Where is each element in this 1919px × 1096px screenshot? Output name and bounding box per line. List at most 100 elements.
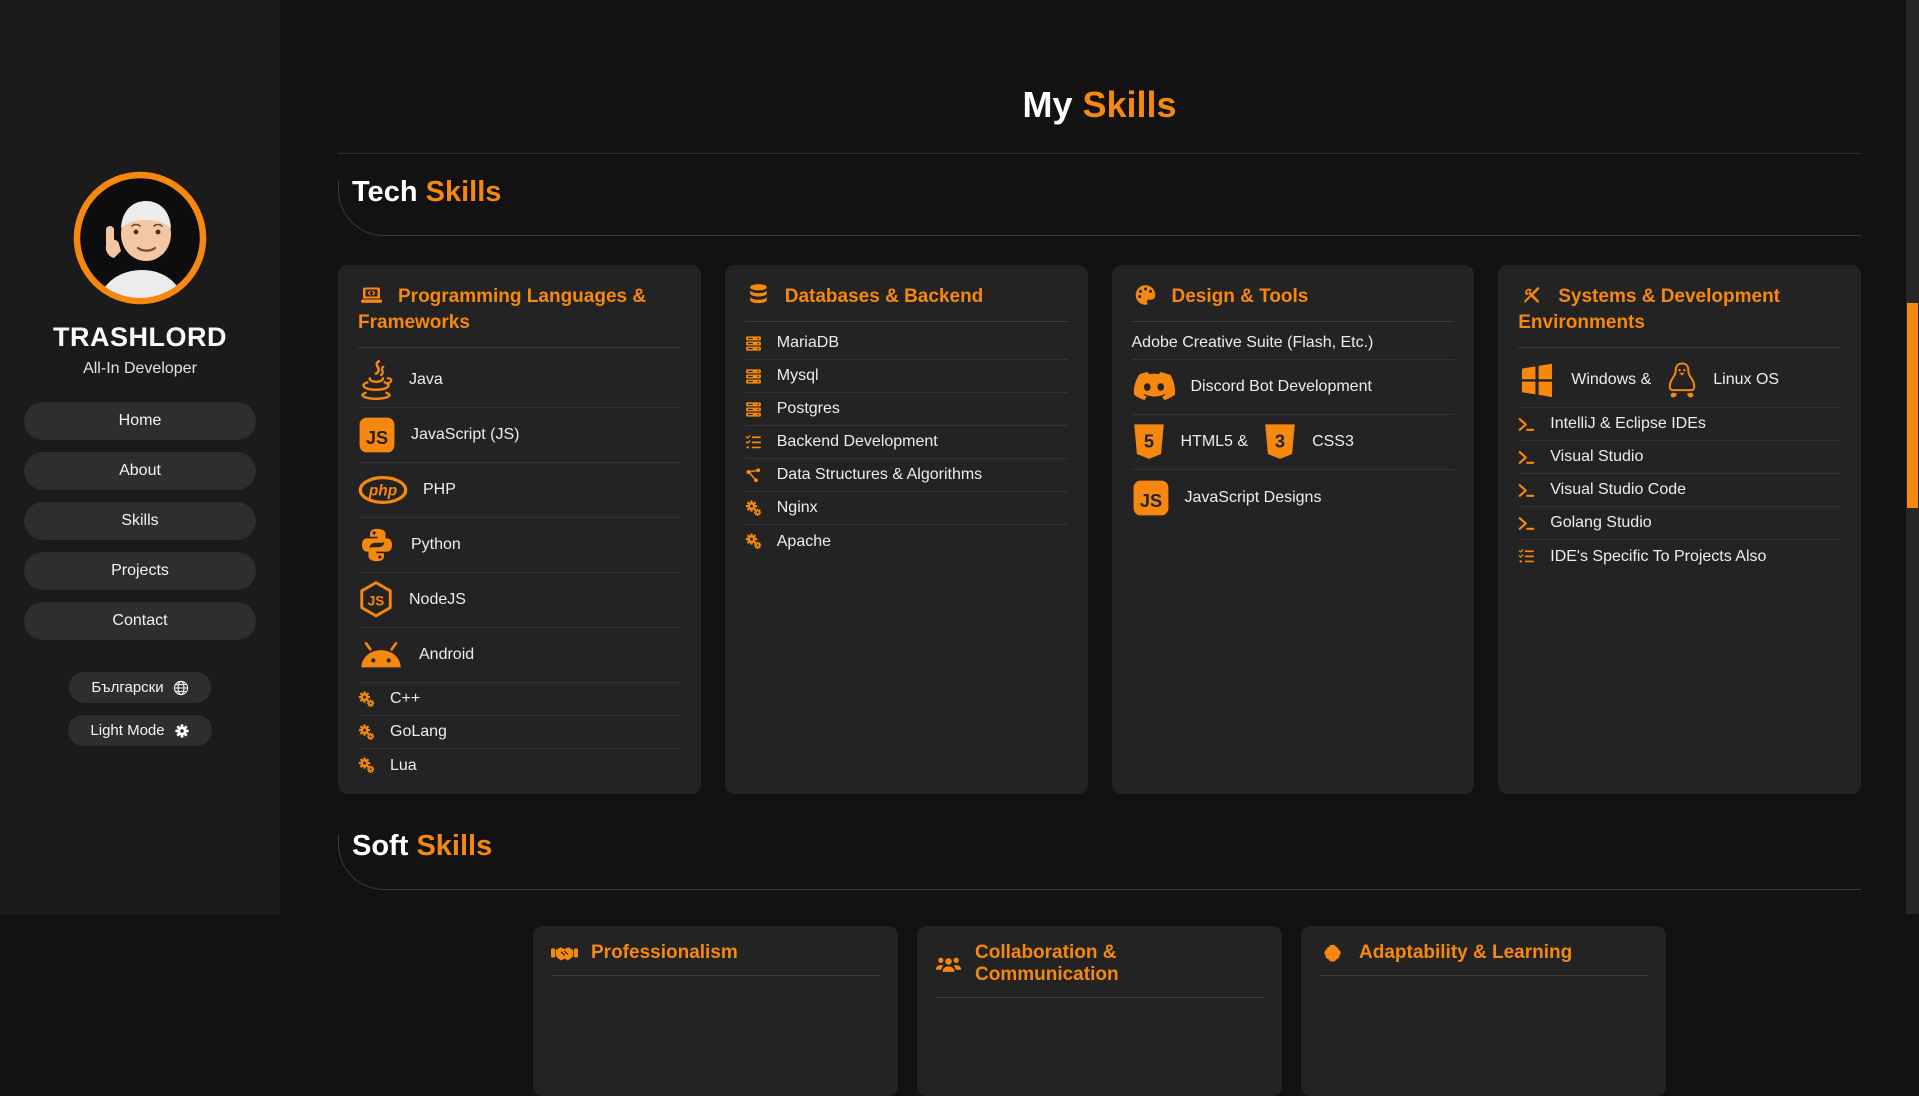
sidebar: TRASHLORD All-In Developer Home About Skil… — [0, 0, 280, 914]
js-square-icon: JS — [358, 416, 396, 454]
gears-icon — [745, 500, 762, 517]
tasks-icon — [1518, 548, 1535, 565]
soft-skill-card: Professionalism — [533, 926, 898, 1096]
server-icon — [745, 335, 762, 352]
skill-item: JS NodeJS — [358, 573, 681, 628]
sidebar-item-projects[interactable]: Projects — [24, 552, 256, 590]
skill-label: Windows & — [1571, 371, 1651, 389]
skill-label: JavaScript (JS) — [411, 426, 519, 444]
light-mode-button[interactable]: Light Mode — [68, 715, 211, 746]
skill-label: NodeJS — [409, 591, 466, 609]
terminal-icon — [1518, 482, 1535, 499]
soft-card-title: Professionalism — [551, 942, 880, 964]
gears-icon — [358, 724, 375, 741]
windows-icon — [1518, 361, 1556, 399]
gears-icon — [358, 691, 375, 708]
soft-card-title-text: Adaptability & Learning — [1359, 942, 1572, 964]
skill-item: Apache — [745, 525, 1068, 558]
skill-label: Python — [411, 536, 461, 554]
skill-item: Postgres — [745, 393, 1068, 426]
page-title: My Skills — [338, 84, 1861, 126]
svg-text:3: 3 — [1275, 431, 1285, 452]
card-header-divider — [1518, 347, 1841, 348]
card-title-text: Systems & Development Environments — [1518, 286, 1780, 333]
skill-label: Discord Bot Development — [1191, 378, 1372, 396]
skill-item: Windows & Linux OS — [1518, 353, 1841, 408]
skill-card: Design & Tools Adobe Creative Suite (Flas… — [1112, 265, 1475, 794]
language-button-label: Български — [91, 679, 163, 696]
handshake-icon — [551, 943, 578, 964]
skill-item: 5HTML5 &3CSS3 — [1132, 415, 1455, 470]
nodejs-icon: JS — [358, 580, 394, 620]
gears-icon — [358, 757, 375, 774]
svg-text:JS: JS — [366, 428, 388, 448]
skill-item: JS JavaScript Designs — [1132, 470, 1455, 525]
skill-item: GoLang — [358, 716, 681, 749]
skill-label: IntelliJ & Eclipse IDEs — [1550, 415, 1706, 433]
skill-item: JS JavaScript (JS) — [358, 408, 681, 463]
skill-item: Python — [358, 518, 681, 573]
avatar — [70, 168, 210, 308]
profile-subtitle: All-In Developer — [83, 360, 197, 378]
skill-label: Linux OS — [1713, 371, 1779, 389]
scrollbar-thumb[interactable] — [1907, 303, 1918, 508]
skill-item: Data Structures & Algorithms — [745, 459, 1068, 492]
title-divider — [338, 153, 1861, 154]
skill-label: Android — [419, 646, 474, 664]
tech-title-prefix: Tech — [352, 176, 418, 208]
profile-name: TRASHLORD — [53, 322, 227, 353]
soft-card-title-text: Collaboration & Communication — [975, 942, 1264, 986]
android-icon — [358, 640, 404, 670]
tech-title-accent: Skills — [426, 176, 502, 208]
card-title: Systems & Development Environments — [1518, 283, 1841, 336]
sidebar-nav: Home About Skills Projects Contact — [24, 402, 256, 640]
sidebar-item-contact[interactable]: Contact — [24, 602, 256, 640]
server-icon — [745, 401, 762, 418]
skill-label: HTML5 & — [1181, 433, 1249, 451]
sitemap-icon — [745, 467, 762, 484]
laptop-code-icon — [358, 283, 385, 307]
server-icon — [745, 368, 762, 385]
skill-item: phpPHP — [358, 463, 681, 518]
skill-item: Java — [358, 353, 681, 408]
linux-icon — [1666, 359, 1698, 401]
gear-icon — [174, 723, 190, 739]
card-title: Design & Tools — [1132, 283, 1455, 310]
section-header-tech: Tech Skills — [338, 170, 1861, 236]
skill-item: Adobe Creative Suite (Flash, Etc.) — [1132, 327, 1455, 360]
java-icon — [358, 359, 394, 401]
brain-icon — [1319, 943, 1346, 964]
scrollbar-track[interactable] — [1906, 0, 1919, 914]
skill-label: PHP — [423, 481, 456, 499]
sidebar-item-home[interactable]: Home — [24, 402, 256, 440]
card-header-divider — [745, 321, 1068, 322]
language-button[interactable]: Български — [69, 672, 210, 703]
skill-label: Apache — [777, 533, 831, 551]
skill-label: Java — [409, 371, 443, 389]
skill-card: Databases & BackendMariaDBMysqlPostgresB… — [725, 265, 1088, 794]
skill-item: Visual Studio Code — [1518, 474, 1841, 507]
skill-item: MariaDB — [745, 327, 1068, 360]
skill-item: IntelliJ & Eclipse IDEs — [1518, 408, 1841, 441]
skill-item: Discord Bot Development — [1132, 360, 1455, 415]
skill-label: JavaScript Designs — [1185, 489, 1322, 507]
js-square-icon: JS — [1132, 479, 1170, 517]
section-header-soft: Soft Skills — [338, 824, 1861, 890]
card-title: Programming Languages & Frameworks — [358, 283, 681, 336]
skill-card: Programming Languages & Frameworks Java JS… — [338, 265, 701, 794]
sidebar-item-skills[interactable]: Skills — [24, 502, 256, 540]
globe-icon — [173, 680, 189, 696]
tech-cards-grid: Programming Languages & Frameworks Java JS… — [338, 265, 1861, 794]
html5-icon: 5 — [1132, 423, 1166, 461]
skill-label: Visual Studio — [1550, 448, 1643, 466]
svg-text:5: 5 — [1143, 431, 1153, 452]
sidebar-item-about[interactable]: About — [24, 452, 256, 490]
skill-label: Backend Development — [777, 433, 938, 451]
skill-label: GoLang — [390, 723, 447, 741]
svg-text:JS: JS — [1139, 490, 1161, 510]
skill-label: Data Structures & Algorithms — [777, 466, 982, 484]
skill-label: Golang Studio — [1550, 514, 1651, 532]
skill-item: C++ — [358, 683, 681, 716]
skill-label: MariaDB — [777, 334, 839, 352]
skill-label: Lua — [390, 757, 417, 775]
